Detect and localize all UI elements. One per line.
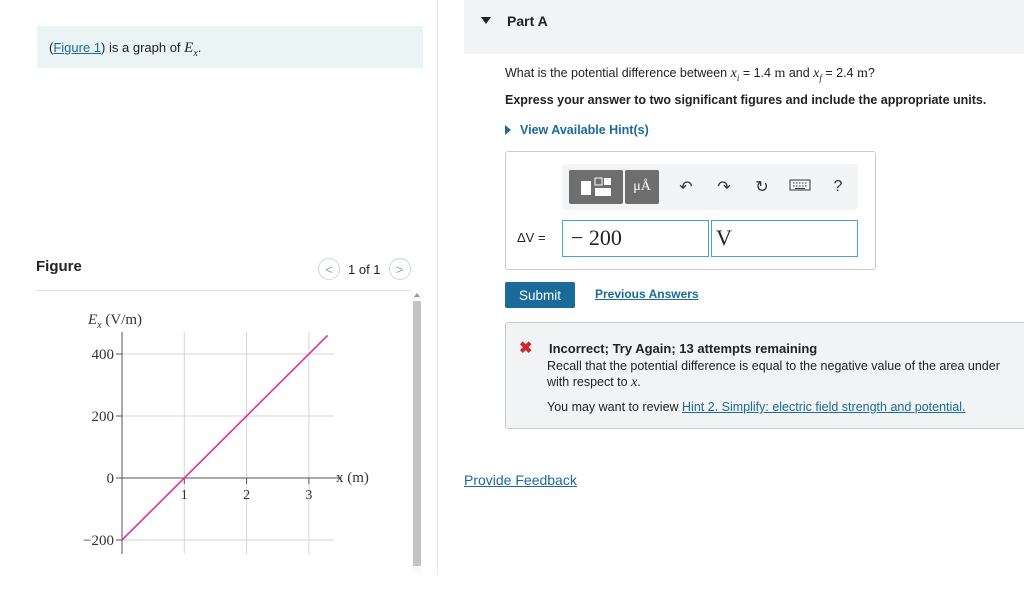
y-tick-label: −200 [83, 533, 114, 549]
intro-text: is a graph of [105, 40, 185, 55]
prev-figure-button[interactable]: < [318, 258, 340, 280]
undo-icon: ↶ [679, 179, 693, 196]
panel-divider [437, 0, 438, 575]
redo-icon: ↷ [717, 179, 731, 196]
scroll-up-icon [414, 293, 420, 297]
pager-text: 1 of 1 [348, 261, 381, 277]
intro-box: (Figure 1) is a graph of Ex. [37, 26, 423, 68]
keyboard-icon [789, 179, 811, 190]
unit-input[interactable]: V [711, 220, 858, 257]
chevron-right-icon: > [395, 261, 404, 277]
y-tick-label: 0 [107, 471, 115, 487]
chart-x-label: x (m) [336, 470, 369, 486]
scroll-thumb[interactable] [413, 301, 421, 566]
incorrect-x-icon: ✖ [519, 340, 533, 357]
x-tick-label: 1 [181, 488, 188, 503]
y-tick-label: 200 [92, 409, 115, 425]
view-hints-toggle[interactable]: View Available Hint(s) [505, 123, 649, 137]
hints-label: View Available Hint(s) [520, 123, 649, 137]
figure-pager: < 1 of 1 > [318, 258, 411, 280]
part-header[interactable]: Part A [464, 0, 1024, 54]
reset-button[interactable]: ↻ [743, 177, 781, 197]
part-title: Part A [507, 13, 548, 29]
templates-icon [581, 177, 611, 196]
question-text: What is the potential difference between… [505, 66, 875, 83]
x-tick-label: 2 [243, 488, 250, 503]
figure-divider [36, 290, 411, 291]
intro-period: . [197, 40, 202, 55]
value-input[interactable]: − 200 [562, 220, 709, 257]
chart-series [121, 334, 329, 541]
templates-button[interactable] [569, 170, 623, 204]
caret-right-icon [505, 125, 511, 135]
x-tick-label: 3 [305, 488, 312, 503]
chevron-left-icon: < [325, 261, 333, 277]
delta-v-label: ΔV = [517, 230, 546, 245]
hint-2-link[interactable]: Hint 2. Simplify: electric field strengt… [682, 400, 965, 414]
chart-y-label: Ex (V/m) [87, 312, 142, 331]
ex-graph: 400 200 0 −200 1 2 3 Ex (V/m) x (m) [83, 312, 369, 554]
caret-down-icon [481, 17, 491, 24]
instruction-text: Express your answer to two significant f… [505, 93, 987, 107]
submit-button[interactable]: Submit [505, 282, 575, 308]
chart-grid [122, 332, 334, 554]
mu-angstrom-icon: μÅ [633, 179, 651, 194]
units-button[interactable]: μÅ [625, 170, 659, 204]
figure-panel: (Figure 1) is a graph of Ex. Figure < 1 … [0, 0, 437, 611]
ex-line [121, 334, 329, 541]
math-toolbar: μÅ ↶ ↷ ↻ ? [562, 164, 858, 210]
chart-ticks: 400 200 0 −200 1 2 3 [83, 347, 312, 549]
redo-button[interactable]: ↷ [705, 177, 743, 197]
keyboard-button[interactable] [781, 178, 819, 197]
feedback-box: ✖ Incorrect; Try Again; 13 attempts rema… [505, 322, 1024, 429]
feedback-review: You may want to review Hint 2. Simplify:… [547, 400, 966, 414]
intro-symbol: Ex [184, 40, 198, 59]
undo-button[interactable]: ↶ [667, 177, 705, 197]
figure-title: Figure [36, 258, 82, 275]
figure-scrollbar[interactable] [412, 293, 422, 573]
feedback-title: Incorrect; Try Again; 13 attempts remain… [549, 341, 818, 356]
next-figure-button[interactable]: > [388, 258, 411, 280]
reset-icon: ↻ [755, 179, 769, 196]
y-tick-label: 400 [92, 347, 115, 363]
help-button[interactable]: ? [819, 178, 857, 196]
figure-link[interactable]: Figure 1 [53, 40, 101, 55]
provide-feedback-link[interactable]: Provide Feedback [464, 472, 577, 488]
help-icon: ? [833, 178, 843, 195]
answer-box: μÅ ↶ ↷ ↻ ? ΔV = − 200 V [505, 151, 876, 270]
previous-answers-link[interactable]: Previous Answers [595, 287, 699, 301]
feedback-body: Recall that the potential difference is … [547, 359, 1000, 390]
